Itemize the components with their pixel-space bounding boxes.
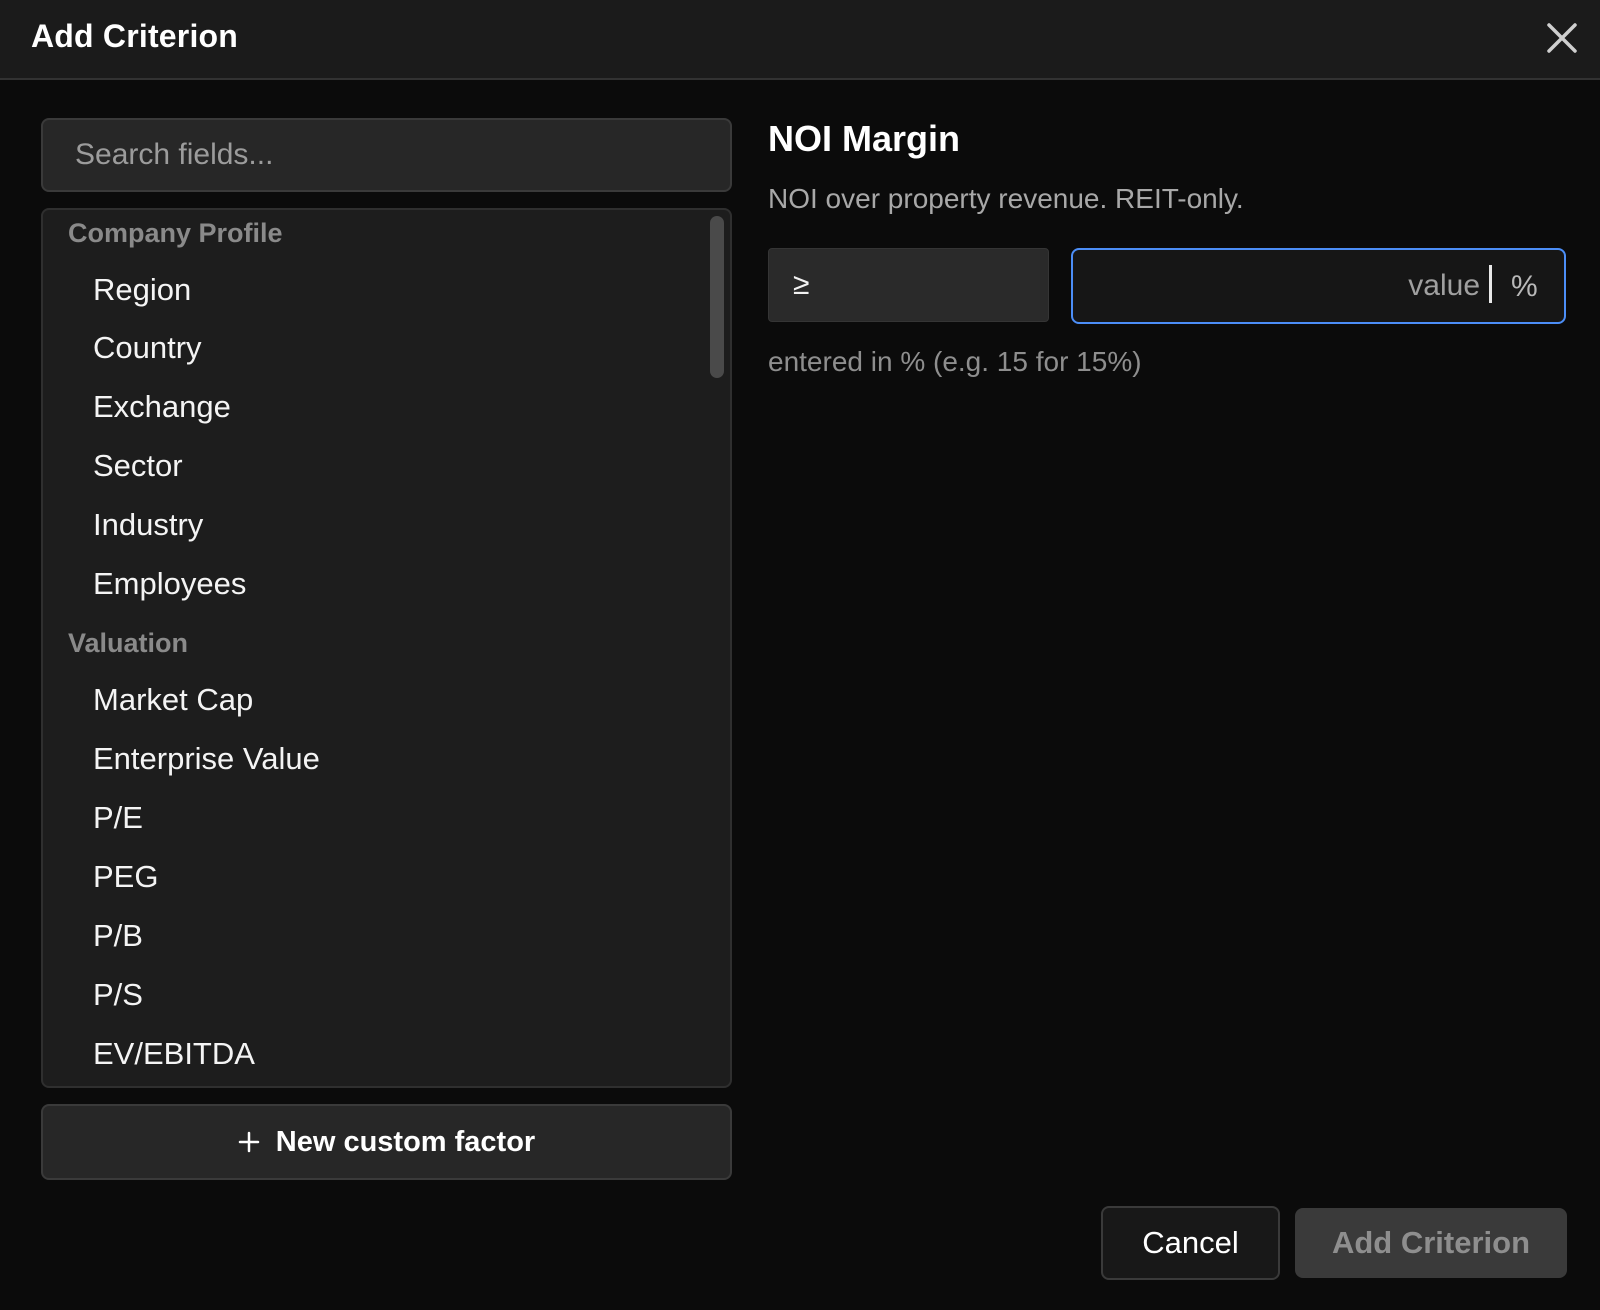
search-input[interactable] [41, 118, 732, 192]
field-item-country[interactable]: Country [93, 330, 202, 366]
selected-field-name: NOI Margin [768, 118, 961, 159]
new-custom-factor-label: New custom factor [275, 1125, 536, 1158]
value-field[interactable]: % [1071, 248, 1566, 324]
value-unit: % [1511, 270, 1538, 303]
field-list: Company Profile Region Country Exchange … [41, 208, 732, 1088]
field-item-industry[interactable]: Industry [93, 507, 203, 543]
operator-select[interactable]: ≥ [768, 248, 1049, 322]
cancel-button[interactable]: Cancel [1101, 1206, 1280, 1280]
new-custom-factor-button[interactable]: New custom factor [41, 1104, 732, 1180]
close-icon [1547, 23, 1577, 53]
operator-value: ≥ [793, 268, 810, 301]
field-item-pb[interactable]: P/B [93, 918, 143, 954]
field-item-ev-ebitda[interactable]: EV/EBITDA [93, 1036, 255, 1072]
field-item-market-cap[interactable]: Market Cap [93, 682, 253, 718]
field-item-enterprise-value[interactable]: Enterprise Value [93, 741, 320, 777]
group-header-valuation: Valuation [68, 628, 189, 658]
value-input[interactable] [1085, 258, 1480, 314]
field-item-sector[interactable]: Sector [93, 448, 183, 484]
field-list-scrollbar[interactable] [710, 216, 724, 378]
field-item-employees[interactable]: Employees [93, 566, 246, 602]
field-item-ps[interactable]: P/S [93, 977, 143, 1013]
value-hint: entered in % (e.g. 15 for 15%) [768, 346, 1142, 377]
field-item-pe[interactable]: P/E [93, 800, 143, 836]
plus-icon [238, 1131, 260, 1153]
selected-field-description: NOI over property revenue. REIT-only. [768, 183, 1244, 214]
field-item-region[interactable]: Region [93, 272, 191, 308]
dialog-header: Add Criterion [0, 0, 1600, 80]
text-caret [1489, 265, 1492, 303]
field-item-exchange[interactable]: Exchange [93, 389, 231, 425]
dialog-title: Add Criterion [31, 18, 239, 54]
group-header-company-profile: Company Profile [68, 218, 283, 248]
add-criterion-button[interactable]: Add Criterion [1295, 1208, 1567, 1278]
field-item-peg[interactable]: PEG [93, 859, 158, 895]
add-criterion-dialog: Add Criterion Company Profile Region Cou… [0, 0, 1600, 1310]
close-button[interactable] [1544, 20, 1580, 56]
